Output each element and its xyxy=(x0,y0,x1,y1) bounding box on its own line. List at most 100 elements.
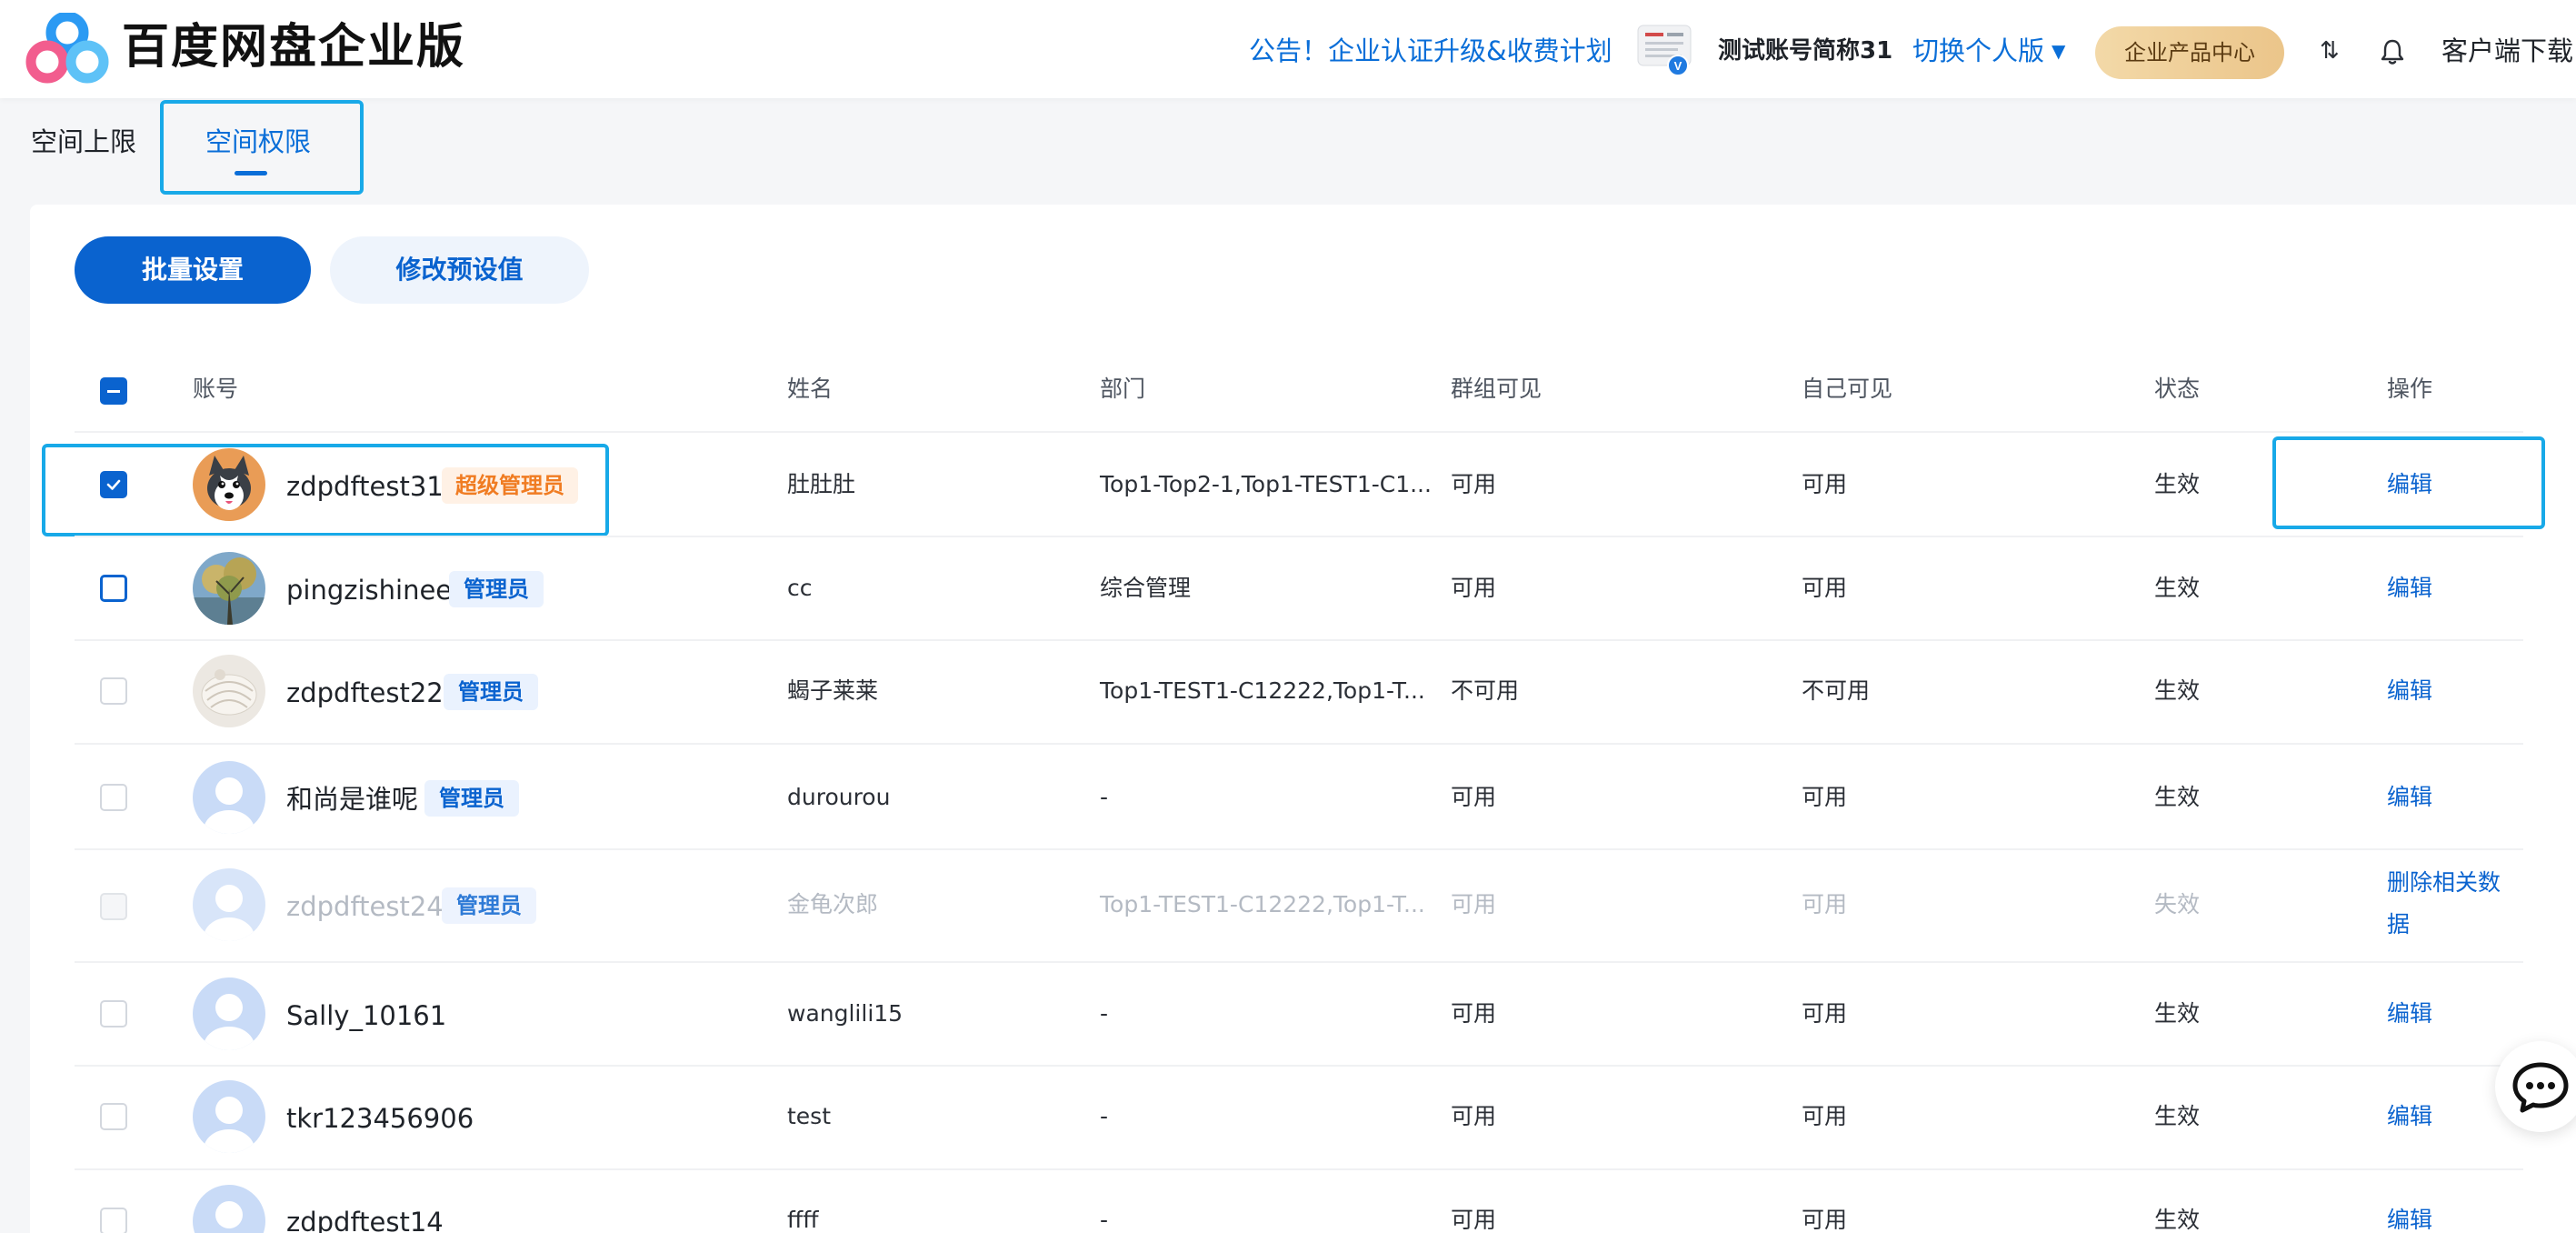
cell-department: Top1-TEST1-C12222,Top1-T... xyxy=(1100,677,1425,704)
account-name[interactable]: 测试账号简称31 xyxy=(1718,35,1892,67)
cell-department: - xyxy=(1100,1207,1109,1233)
edit-preset-button[interactable]: 修改预设值 xyxy=(330,236,589,304)
column-header-group-visible: 群组可见 xyxy=(1451,376,1543,402)
row-checkbox[interactable] xyxy=(100,1103,127,1130)
product-center-button[interactable]: 企业产品中心 xyxy=(2095,26,2284,79)
cell-group-visible: 不可用 xyxy=(1451,677,1520,704)
cell-status: 生效 xyxy=(2154,784,2201,810)
logo-icon[interactable] xyxy=(25,13,109,85)
cell-group-visible: 可用 xyxy=(1451,891,1497,917)
row-checkbox[interactable] xyxy=(100,1208,127,1233)
cell-status: 生效 xyxy=(2154,471,2201,497)
delete-data-link[interactable]: 删除相关数据 xyxy=(2387,862,2514,946)
row-separator xyxy=(75,1065,2523,1067)
caret-down-icon: ▼ xyxy=(2052,40,2066,62)
row-separator xyxy=(75,431,2523,433)
default-avatar-icon xyxy=(193,1080,265,1153)
cell-self-visible: 可用 xyxy=(1802,1103,1848,1129)
row-separator xyxy=(75,961,2523,963)
cell-status: 生效 xyxy=(2154,1207,2201,1233)
role-badge: 管理员 xyxy=(442,887,536,924)
edit-link[interactable]: 编辑 xyxy=(2387,1100,2432,1133)
avatar xyxy=(193,1080,265,1153)
highlight-box-tab xyxy=(160,100,364,195)
row-separator xyxy=(75,848,2523,850)
notice-link[interactable]: 公告！企业认证升级&收费计划 xyxy=(1249,33,1612,69)
column-header-status: 状态 xyxy=(2154,376,2201,402)
cell-name: test xyxy=(787,1103,832,1129)
edit-link[interactable]: 编辑 xyxy=(2387,1204,2432,1233)
cell-self-visible: 可用 xyxy=(1802,471,1848,497)
edit-link[interactable]: 编辑 xyxy=(2387,675,2432,707)
highlight-box-edit xyxy=(2272,436,2545,529)
switch-personal-label: 切换个人版 xyxy=(1912,35,2045,66)
cell-department: Top1-TEST1-C12222,Top1-T... xyxy=(1100,891,1425,917)
bell-icon[interactable] xyxy=(2380,38,2405,65)
cell-department: - xyxy=(1100,1103,1109,1129)
row-checkbox[interactable] xyxy=(100,677,127,705)
cell-group-visible: 可用 xyxy=(1451,575,1497,601)
chat-icon xyxy=(2512,1062,2569,1113)
column-header-department: 部门 xyxy=(1100,376,1146,402)
tab-space-limit[interactable]: 空间上限 xyxy=(31,124,136,160)
row-separator xyxy=(75,1168,2523,1170)
switch-personal-dropdown[interactable]: 切换个人版 ▼ xyxy=(1912,33,2065,69)
edit-link[interactable]: 编辑 xyxy=(2387,572,2432,605)
edit-link[interactable]: 编辑 xyxy=(2387,997,2432,1030)
cell-status: 生效 xyxy=(2154,575,2201,601)
cell-self-visible: 可用 xyxy=(1802,891,1848,917)
row-checkbox[interactable] xyxy=(100,1000,127,1028)
brand-title: 百度网盘企业版 xyxy=(122,20,466,75)
transfer-icon[interactable]: ⇅ xyxy=(2320,35,2340,67)
account-id: Sally_10161 xyxy=(286,1000,447,1031)
default-avatar-icon xyxy=(193,977,265,1050)
account-id: tkr123456906 xyxy=(286,1103,474,1134)
account-id: zdpdftest14 xyxy=(286,1207,444,1233)
cell-group-visible: 可用 xyxy=(1451,784,1497,810)
avatar xyxy=(193,552,265,625)
column-header-action: 操作 xyxy=(2387,376,2433,402)
cell-name: durourou xyxy=(787,784,891,810)
account-avatar[interactable]: V xyxy=(1634,22,1694,78)
cell-self-visible: 可用 xyxy=(1802,1207,1848,1233)
default-avatar-icon xyxy=(193,868,265,941)
cell-status: 失效 xyxy=(2154,891,2201,917)
chat-button[interactable] xyxy=(2495,1041,2576,1132)
edit-link[interactable]: 编辑 xyxy=(2387,781,2432,814)
account-id: 和尚是谁呢 xyxy=(286,784,419,815)
account-id: zdpdftest24 xyxy=(286,891,444,922)
select-all-checkbox[interactable] xyxy=(100,377,127,405)
cell-department: - xyxy=(1100,1000,1109,1027)
top-header: 百度网盘企业版 公告！企业认证升级&收费计划 V 测试账号简称31 切换个人版 ▼… xyxy=(0,0,2576,98)
cell-name: wanglili15 xyxy=(787,1000,904,1027)
row-separator xyxy=(75,743,2523,745)
content-card xyxy=(30,205,2576,1233)
cell-department: 综合管理 xyxy=(1100,575,1192,601)
row-checkbox[interactable] xyxy=(100,784,127,811)
cell-group-visible: 可用 xyxy=(1451,1000,1497,1027)
cell-self-visible: 不可用 xyxy=(1802,677,1871,704)
column-header-name: 姓名 xyxy=(787,376,834,402)
cell-department: Top1-Top2-1,Top1-TEST1-C1... xyxy=(1100,471,1432,497)
avatar xyxy=(193,655,265,727)
client-download-link[interactable]: 客户端下载 xyxy=(2441,33,2573,69)
cell-group-visible: 可用 xyxy=(1451,1207,1497,1233)
cell-status: 生效 xyxy=(2154,677,2201,704)
column-header-self-visible: 自己可见 xyxy=(1802,376,1893,402)
row-checkbox xyxy=(100,893,127,920)
cell-self-visible: 可用 xyxy=(1802,784,1848,810)
row-separator xyxy=(75,536,2523,537)
cell-name: 肚肚肚 xyxy=(787,471,856,497)
cell-name: 金龟次郎 xyxy=(787,891,879,917)
avatar xyxy=(193,977,265,1050)
column-header-account: 账号 xyxy=(193,376,239,402)
row-separator xyxy=(75,639,2523,641)
cell-self-visible: 可用 xyxy=(1802,1000,1848,1027)
role-badge: 管理员 xyxy=(424,780,519,817)
cell-status: 生效 xyxy=(2154,1103,2201,1129)
cell-group-visible: 可用 xyxy=(1451,471,1497,497)
batch-settings-button[interactable]: 批量设置 xyxy=(75,236,311,304)
account-id: pingzishinee xyxy=(286,575,453,606)
row-checkbox[interactable] xyxy=(100,575,127,602)
cell-name: ffff xyxy=(787,1207,819,1233)
